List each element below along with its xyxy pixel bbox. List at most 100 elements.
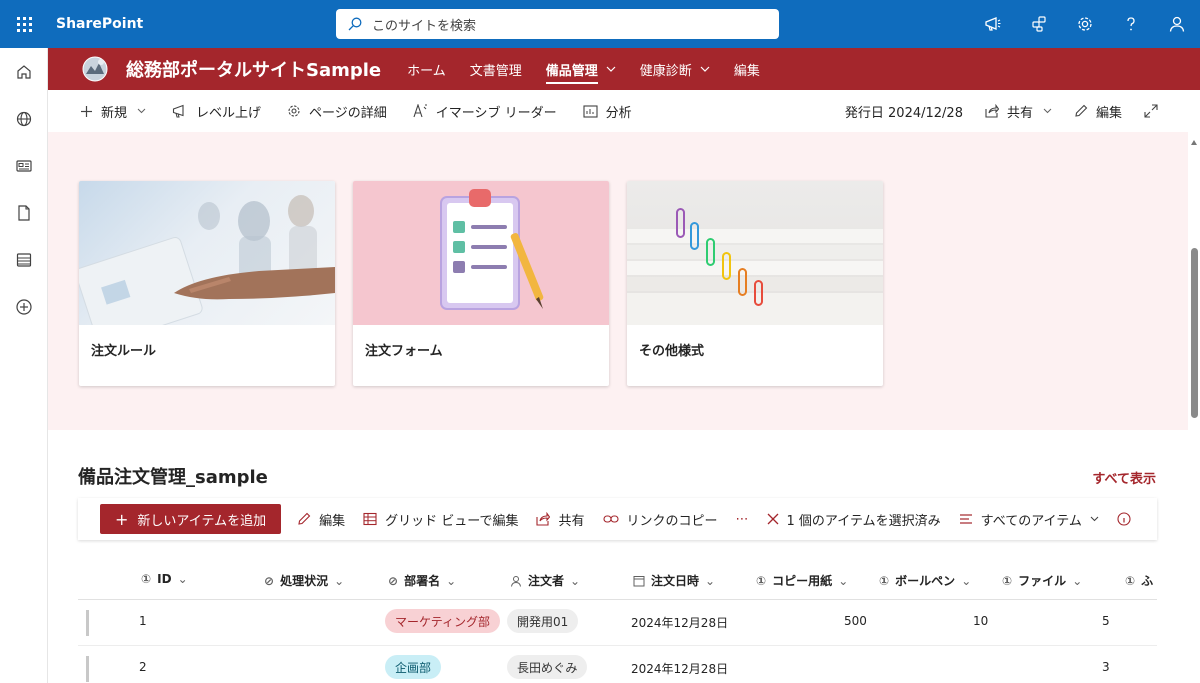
more-button[interactable]: ⋯ bbox=[736, 512, 749, 527]
analytics-icon bbox=[583, 104, 598, 118]
app-launcher-button[interactable] bbox=[0, 0, 48, 48]
search-placeholder: このサイトを検索 bbox=[372, 18, 477, 34]
see-all-link[interactable]: すべて表示 bbox=[1092, 468, 1156, 487]
list-share-button[interactable]: 共有 bbox=[536, 510, 585, 529]
site-logo-icon bbox=[82, 56, 108, 82]
copy-link-button[interactable]: リンクのコピー bbox=[602, 510, 718, 529]
page-command-bar: 新規 レベル上げ ページの詳細 イマーシブ リーダー 分析 発行日 2024/1… bbox=[48, 90, 1188, 132]
column-header-id[interactable]: ① ID ⌄ bbox=[141, 572, 188, 586]
add-item-button[interactable]: + 新しいアイテムを追加 bbox=[100, 504, 282, 534]
share-icon bbox=[536, 512, 551, 526]
analytics-button[interactable]: 分析 bbox=[583, 102, 632, 121]
chevron-down-icon: ⌄ bbox=[446, 573, 457, 588]
share-button[interactable]: 共有 bbox=[985, 102, 1052, 121]
view-label: すべてのアイテム bbox=[980, 513, 1082, 529]
card-title: 注文ルール bbox=[91, 344, 157, 359]
globe-icon bbox=[16, 111, 32, 126]
person-icon bbox=[1169, 16, 1185, 32]
list-icon bbox=[16, 252, 32, 267]
site-logo[interactable] bbox=[80, 54, 110, 84]
dept-badge: 企画部 bbox=[385, 655, 442, 679]
column-header-label: 処理状況 bbox=[280, 574, 329, 588]
column-header-dept[interactable]: ⊘ 部署名 ⌄ bbox=[388, 572, 456, 589]
column-header-pen[interactable]: ① ボールペン ⌄ bbox=[879, 572, 971, 589]
hub-item-edit[interactable]: 編集 bbox=[722, 48, 772, 90]
scroll-up-icon[interactable] bbox=[1191, 140, 1197, 145]
column-header-label: 部署名 bbox=[404, 574, 441, 588]
number-column-icon: ① bbox=[1002, 573, 1013, 588]
rail-files[interactable] bbox=[0, 189, 48, 236]
choice-column-icon: ⊘ bbox=[388, 573, 399, 588]
column-header-status[interactable]: ⊘ 処理状況 ⌄ bbox=[264, 572, 344, 589]
published-label: 発行日 2024/12/28 bbox=[844, 105, 963, 121]
pencil-icon bbox=[298, 512, 311, 525]
calendar-column-icon bbox=[633, 575, 645, 586]
rail-lists[interactable] bbox=[0, 236, 48, 283]
column-header-label: コピー用紙 bbox=[772, 574, 833, 588]
document-icon bbox=[18, 204, 30, 221]
info-icon bbox=[1117, 512, 1131, 526]
app-name[interactable]: SharePoint bbox=[56, 16, 143, 32]
site-title[interactable]: 総務部ポータルサイトSample bbox=[126, 56, 381, 82]
expand-icon bbox=[1144, 104, 1158, 118]
card-order-rules[interactable]: 注文ルール bbox=[79, 181, 335, 386]
column-header-orderer[interactable]: 注文者 ⌄ bbox=[510, 572, 580, 589]
column-header-label: ふ bbox=[1141, 574, 1154, 588]
home-icon bbox=[17, 64, 31, 79]
edit-page-button[interactable]: 編集 bbox=[1074, 102, 1122, 121]
person-badge[interactable]: 開発用01 bbox=[507, 609, 579, 633]
card-title: その他様式 bbox=[639, 344, 705, 359]
table-row[interactable]: 1 マーケティング部 開発用01 2024年12月28日 500 10 5 bbox=[78, 600, 1157, 646]
apps-share-button[interactable] bbox=[1016, 0, 1062, 48]
column-header-date[interactable]: 注文日時 ⌄ bbox=[633, 572, 715, 589]
rail-create[interactable] bbox=[0, 283, 48, 330]
list-edit-button[interactable]: 編集 bbox=[297, 510, 345, 529]
info-button[interactable] bbox=[1117, 512, 1139, 526]
rail-news[interactable] bbox=[0, 142, 48, 189]
list-header-row: ① ID ⌄ ⊘ 処理状況 ⌄ ⊘ 部署名 ⌄ 注文者 ⌄ 注文日時 ⌄ ① コ… bbox=[78, 560, 1157, 600]
scroll-thumb[interactable] bbox=[1191, 248, 1198, 418]
grid-edit-button[interactable]: グリッド ビューで編集 bbox=[363, 510, 518, 529]
settings-button[interactable] bbox=[1062, 0, 1108, 48]
new-button[interactable]: 新規 bbox=[80, 102, 146, 121]
clear-selection-button[interactable]: 1 個のアイテムを選択済み bbox=[767, 510, 941, 529]
hub-item-documents[interactable]: 文書管理 bbox=[458, 48, 534, 90]
suite-bar: SharePoint このサイトを検索 bbox=[0, 0, 1200, 48]
column-header-truncated[interactable]: ① ふ bbox=[1125, 572, 1153, 589]
chevron-down-icon bbox=[137, 108, 146, 114]
person-badge[interactable]: 長田めぐみ bbox=[507, 655, 588, 679]
account-button[interactable] bbox=[1154, 0, 1200, 48]
list-title[interactable]: 備品注文管理_sample bbox=[78, 463, 268, 489]
page-details-button[interactable]: ページの詳細 bbox=[287, 102, 387, 121]
chevron-down-icon bbox=[1090, 516, 1099, 522]
hub-item-equipment[interactable]: 備品管理 bbox=[534, 48, 628, 90]
megaphone-button[interactable] bbox=[970, 0, 1016, 48]
rail-sites[interactable] bbox=[0, 95, 48, 142]
row-selector[interactable] bbox=[86, 656, 89, 682]
card-other-forms[interactable]: その他様式 bbox=[627, 181, 883, 386]
immersive-reader-button[interactable]: イマーシブ リーダー bbox=[413, 102, 557, 121]
grid-icon bbox=[363, 512, 377, 526]
table-row[interactable]: 2 企画部 長田めぐみ 2024年12月28日 3 bbox=[78, 646, 1157, 683]
cell-file: 5 bbox=[1102, 614, 1110, 628]
pencil-icon bbox=[1075, 104, 1088, 117]
column-header-file[interactable]: ① ファイル ⌄ bbox=[1002, 572, 1082, 589]
page-scrollbar[interactable] bbox=[1188, 132, 1200, 683]
search-icon bbox=[348, 17, 362, 31]
card-order-form[interactable]: 注文フォーム bbox=[353, 181, 609, 386]
cell-date: 2024年12月28日 bbox=[631, 616, 729, 630]
expand-button[interactable] bbox=[1144, 104, 1166, 118]
help-button[interactable] bbox=[1108, 0, 1154, 48]
view-switcher[interactable]: すべてのアイテム bbox=[959, 510, 1099, 529]
rail-home[interactable] bbox=[0, 48, 48, 95]
megaphone-icon bbox=[172, 104, 184, 118]
column-header-paper[interactable]: ① コピー用紙 ⌄ bbox=[756, 572, 848, 589]
gear-icon bbox=[1078, 17, 1092, 31]
row-selector[interactable] bbox=[86, 610, 89, 636]
cell-id: 2 bbox=[139, 660, 147, 674]
hub-item-health[interactable]: 健康診断 bbox=[628, 48, 722, 90]
promote-button[interactable]: レベル上げ bbox=[172, 102, 261, 121]
search-box[interactable]: このサイトを検索 bbox=[336, 9, 779, 39]
link-icon bbox=[602, 515, 619, 523]
hub-item-home[interactable]: ホーム bbox=[395, 48, 458, 90]
